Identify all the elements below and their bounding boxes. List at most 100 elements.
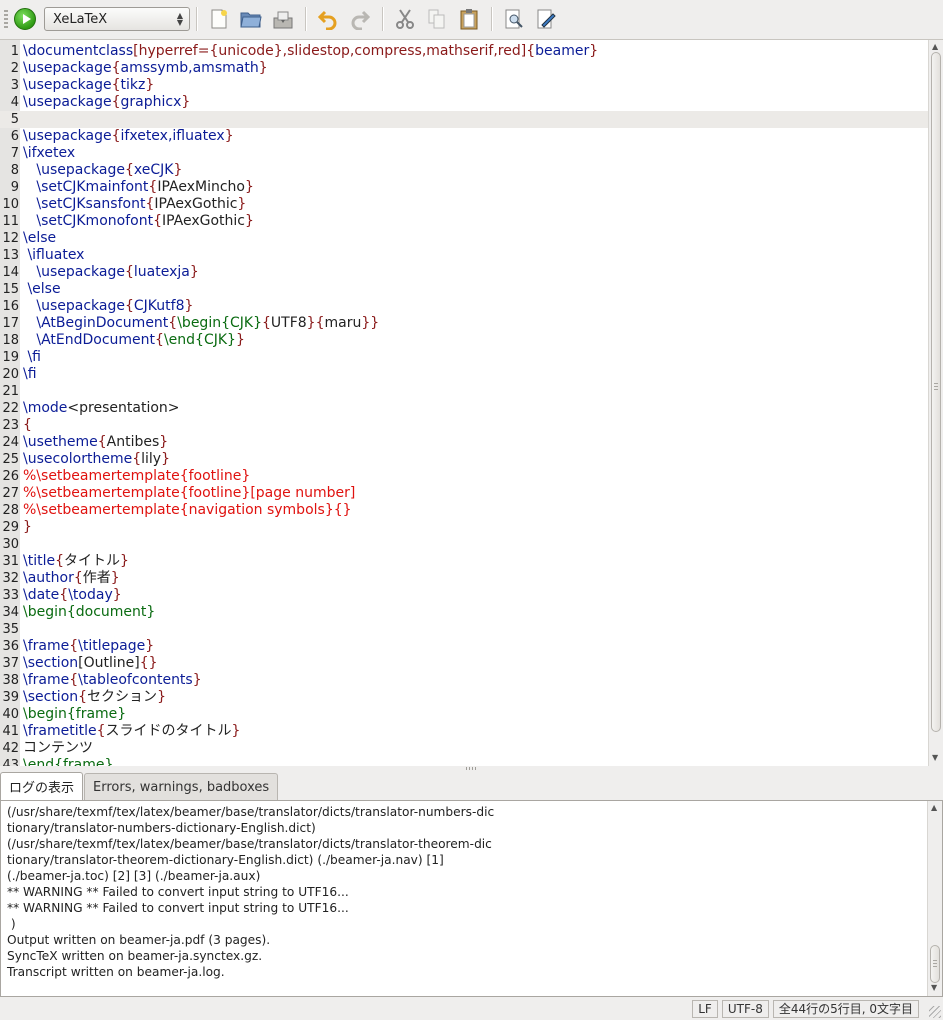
code-line[interactable]: 6 \usepackage{ifxetex,ifluatex} — [0, 128, 928, 145]
scroll-down-arrow-icon[interactable]: ▼ — [932, 753, 938, 762]
cut-button[interactable] — [391, 5, 419, 33]
code-line[interactable]: 29} — [0, 519, 928, 536]
code-token: beamer — [535, 43, 590, 59]
code-text: %\setbeamertemplate{footline}[page numbe… — [23, 485, 355, 502]
copy-button[interactable] — [423, 5, 451, 33]
code-line[interactable]: 40 \begin{frame} — [0, 706, 928, 723]
tab-errors-warnings[interactable]: Errors, warnings, badboxes — [84, 773, 279, 800]
compile-run-button[interactable] — [14, 8, 36, 30]
code-line[interactable]: 15 \else — [0, 281, 928, 298]
code-line[interactable]: 28 %\setbeamertemplate{navigation symbols… — [0, 502, 928, 519]
redo-button[interactable] — [346, 5, 374, 33]
code-line[interactable]: 12 \else — [0, 230, 928, 247]
line-number: 37 — [2, 656, 19, 671]
code-line[interactable]: 27 %\setbeamertemplate{footline}[page num… — [0, 485, 928, 502]
save-button[interactable] — [269, 5, 297, 33]
code-line[interactable]: 30 — [0, 536, 928, 553]
compiler-select-value: XeLaTeX — [53, 11, 108, 27]
code-line[interactable]: 23 { — [0, 417, 928, 434]
code-line[interactable]: 1 \documentclass[hyperref={unicode},slide… — [0, 43, 928, 60]
tab-log-view[interactable]: ログの表示 — [0, 772, 84, 800]
code-line[interactable]: 26 %\setbeamertemplate{footline} — [0, 468, 928, 485]
code-text: { — [23, 417, 32, 434]
code-token: amssymb,amsmath — [120, 60, 259, 76]
code-line[interactable]: 9 \setCJKmainfont{IPAexMincho} — [0, 179, 928, 196]
code-line[interactable]: 13 \ifluatex — [0, 247, 928, 264]
code-line[interactable]: 19 \fi — [0, 349, 928, 366]
code-line[interactable]: 22 \mode<presentation> — [0, 400, 928, 417]
code-text: \else — [23, 281, 60, 298]
log-vertical-scrollbar[interactable]: ▲ ▼ — [927, 801, 942, 996]
code-line[interactable]: 31 \title{タイトル} — [0, 553, 928, 570]
code-line[interactable]: 39 \section{セクション} — [0, 689, 928, 706]
code-line[interactable]: 41 \frametitle{スライドのタイトル} — [0, 723, 928, 740]
code-line[interactable]: 18 \AtEndDocument{\end{CJK}} — [0, 332, 928, 349]
code-line[interactable]: 4 \usepackage{graphicx} — [0, 94, 928, 111]
scroll-up-arrow-icon[interactable]: ▲ — [932, 42, 938, 51]
code-token: { — [55, 553, 65, 569]
code-line[interactable]: 3 \usepackage{tikz} — [0, 77, 928, 94]
editor-vertical-scrollbar[interactable]: ▲ ▼ — [928, 40, 943, 766]
open-file-button[interactable] — [237, 5, 265, 33]
code-line[interactable]: 8 \usepackage{xeCJK} — [0, 162, 928, 179]
code-line[interactable]: 38 \frame{\tableofcontents} — [0, 672, 928, 689]
code-line[interactable]: 7 \ifxetex — [0, 145, 928, 162]
code-line[interactable]: 34 \begin{document} — [0, 604, 928, 621]
code-line[interactable]: 35 — [0, 621, 928, 638]
code-text: \setCJKsansfont{IPAexGothic} — [23, 196, 246, 213]
code-editor[interactable]: 1 \documentclass[hyperref={unicode},slide… — [0, 39, 943, 766]
code-token: } — [184, 298, 194, 314]
code-line[interactable]: 14 \usepackage{luatexja} — [0, 264, 928, 281]
code-text: コンテンツ — [23, 740, 93, 757]
paste-button[interactable] — [455, 5, 483, 33]
code-line[interactable]: 21 — [0, 383, 928, 400]
code-token: { — [261, 315, 271, 331]
code-text: \usetheme{Antibes} — [23, 434, 168, 451]
scroll-up-arrow-icon[interactable]: ▲ — [931, 803, 937, 812]
resize-grip-icon[interactable] — [929, 1006, 941, 1018]
code-token: } — [245, 213, 254, 229]
code-line[interactable]: 25 \usecolortheme{lily} — [0, 451, 928, 468]
undo-button[interactable] — [314, 5, 342, 33]
code-token: graphicx — [120, 94, 182, 110]
code-token: 作者 — [82, 570, 111, 586]
code-text: \frame{\titlepage} — [23, 638, 154, 655]
line-number: 34 — [2, 605, 19, 620]
find-replace-button[interactable] — [532, 5, 560, 33]
line-number: 16 — [2, 299, 19, 314]
code-token: \usepackage — [23, 128, 112, 144]
code-line[interactable]: 43 \end{frame} — [0, 757, 928, 766]
log-output-panel[interactable]: (/usr/share/texmf/tex/latex/beamer/base/… — [0, 800, 943, 997]
code-lines[interactable]: 1 \documentclass[hyperref={unicode},slide… — [0, 43, 928, 766]
code-line[interactable]: 36 \frame{\titlepage} — [0, 638, 928, 655]
code-line[interactable]: 17 \AtBeginDocument{\begin{CJK}{UTF8}{ma… — [0, 315, 928, 332]
copy-icon — [428, 9, 445, 29]
code-line[interactable]: 24 \usetheme{Antibes} — [0, 434, 928, 451]
code-line[interactable]: 32 \author{作者} — [0, 570, 928, 587]
code-line[interactable]: 33 \date{\today} — [0, 587, 928, 604]
code-line[interactable]: 11 \setCJKmonofont{IPAexGothic} — [0, 213, 928, 230]
scroll-down-arrow-icon[interactable]: ▼ — [931, 983, 937, 992]
new-file-icon — [211, 9, 227, 29]
code-line[interactable]: 2 \usepackage{amssymb,amsmath} — [0, 60, 928, 77]
code-token: \documentclass — [23, 43, 134, 59]
encoding-indicator[interactable]: UTF-8 — [721, 999, 769, 1018]
code-token: } — [237, 196, 247, 212]
code-token: } — [145, 638, 155, 654]
toolbar-grip[interactable] — [4, 10, 8, 28]
line-number: 11 — [2, 214, 19, 229]
editor-scroll-thumb[interactable] — [931, 52, 941, 732]
code-line[interactable]: 37 \section[Outline]{} — [0, 655, 928, 672]
scroll-grip-icon — [933, 960, 937, 968]
code-token: [Outline] — [78, 655, 140, 671]
view-pdf-button[interactable] — [500, 5, 528, 33]
code-line[interactable]: 42 コンテンツ — [0, 740, 928, 757]
new-file-button[interactable] — [205, 5, 233, 33]
code-line[interactable]: 20 \fi — [0, 366, 928, 383]
log-scroll-thumb[interactable] — [930, 945, 940, 983]
line-ending-indicator[interactable]: LF — [692, 999, 718, 1018]
code-line[interactable]: 5 — [0, 111, 928, 128]
code-line[interactable]: 10 \setCJKsansfont{IPAexGothic} — [0, 196, 928, 213]
compiler-select[interactable]: XeLaTeX ▲ ▼ — [44, 7, 190, 31]
code-line[interactable]: 16 \usepackage{CJKutf8} — [0, 298, 928, 315]
